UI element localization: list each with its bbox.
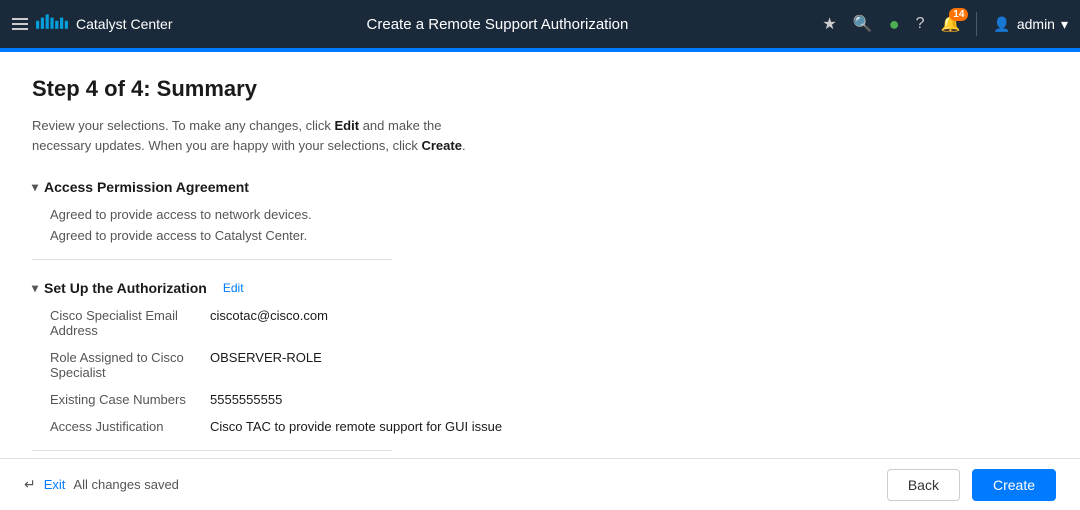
menu-icon[interactable] — [12, 18, 28, 30]
main-content: Step 4 of 4: Summary Review your selecti… — [0, 52, 1080, 458]
chevron-down-icon: ▾ — [1061, 16, 1068, 33]
field-email: Cisco Specialist Email Address ciscotac@… — [50, 308, 1048, 338]
user-icon: 👤 — [993, 16, 1010, 33]
setup-authorization-title: Set Up the Authorization — [44, 280, 207, 296]
create-button[interactable]: Create — [972, 469, 1056, 501]
chevron-icon-2: ▾ — [32, 281, 38, 295]
field-justification: Access Justification Cisco TAC to provid… — [50, 419, 1048, 434]
field-case-numbers-value: 5555555555 — [210, 392, 282, 407]
field-justification-value: Cisco TAC to provide remote support for … — [210, 419, 502, 434]
status-icon[interactable]: ● — [889, 14, 900, 35]
field-role: Role Assigned to Cisco Specialist OBSERV… — [50, 350, 1048, 380]
access-permission-section: ▾ Access Permission Agreement Agreed to … — [32, 179, 1048, 260]
footer-right: Back Create — [887, 469, 1056, 501]
field-justification-label: Access Justification — [50, 419, 210, 434]
field-role-label: Role Assigned to Cisco Specialist — [50, 350, 210, 380]
navbar-right: ★ 🔍 ● ? 🔔 14 👤 admin ▾ — [822, 12, 1068, 36]
intro-edit-word: Edit — [335, 118, 360, 133]
navbar-center: Create a Remote Support Authorization — [172, 16, 822, 33]
agreement-item-2: Agreed to provide access to Catalyst Cen… — [50, 228, 1048, 243]
back-button[interactable]: Back — [887, 469, 960, 501]
app-title: Catalyst Center — [76, 16, 172, 32]
cisco-logo-icon — [36, 14, 68, 34]
access-permission-body: Agreed to provide access to network devi… — [32, 207, 1048, 243]
user-menu[interactable]: 👤 admin ▾ — [993, 16, 1068, 33]
intro-line2: and make the — [363, 118, 442, 133]
exit-icon: ↵ — [24, 476, 36, 493]
notification-badge: 14 — [949, 8, 968, 21]
field-email-value: ciscotac@cisco.com — [210, 308, 328, 323]
exit-button[interactable]: Exit — [44, 477, 66, 492]
section-divider-2 — [32, 450, 392, 451]
nav-divider — [976, 12, 977, 36]
intro-create-word: Create — [421, 138, 461, 153]
footer-left: ↵ Exit All changes saved — [24, 476, 179, 493]
field-role-value: OBSERVER-ROLE — [210, 350, 322, 365]
username: admin — [1017, 16, 1055, 32]
agreement-item-1: Agreed to provide access to network devi… — [50, 207, 1048, 222]
intro-line3: necessary updates. When you are happy wi… — [32, 138, 421, 153]
access-permission-title: Access Permission Agreement — [44, 179, 249, 195]
field-case-numbers-label: Existing Case Numbers — [50, 392, 210, 407]
chevron-icon: ▾ — [32, 180, 38, 194]
bell-icon[interactable]: 🔔 14 — [940, 14, 960, 34]
page-title: Create a Remote Support Authorization — [367, 16, 629, 33]
field-email-label: Cisco Specialist Email Address — [50, 308, 210, 338]
setup-authorization-body: Cisco Specialist Email Address ciscotac@… — [32, 308, 1048, 434]
help-icon[interactable]: ? — [916, 15, 925, 33]
brand: Catalyst Center — [36, 14, 172, 34]
intro-line1: Review your selections. To make any chan… — [32, 118, 335, 133]
star-icon[interactable]: ★ — [822, 14, 836, 34]
section-divider-1 — [32, 259, 392, 260]
setup-authorization-section: ▾ Set Up the Authorization Edit Cisco Sp… — [32, 280, 1048, 451]
footer: ↵ Exit All changes saved Back Create — [0, 458, 1080, 510]
setup-authorization-header: ▾ Set Up the Authorization Edit — [32, 280, 1048, 296]
setup-authorization-edit[interactable]: Edit — [223, 281, 244, 295]
step-title: Step 4 of 4: Summary — [32, 76, 1048, 102]
access-permission-header: ▾ Access Permission Agreement — [32, 179, 1048, 195]
search-icon[interactable]: 🔍 — [853, 14, 873, 34]
navbar: Catalyst Center Create a Remote Support … — [0, 0, 1080, 48]
intro-text: Review your selections. To make any chan… — [32, 116, 1048, 155]
changes-saved-text: All changes saved — [73, 477, 179, 492]
field-case-numbers: Existing Case Numbers 5555555555 — [50, 392, 1048, 407]
